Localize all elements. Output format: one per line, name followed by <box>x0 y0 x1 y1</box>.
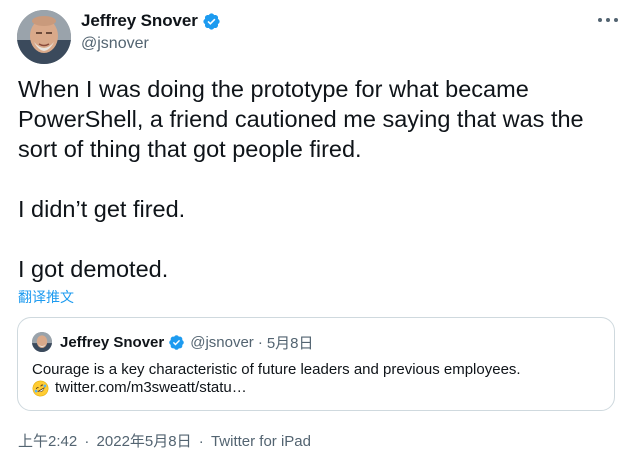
author-name-row: Jeffrey Snover <box>81 9 221 33</box>
rolling-on-floor-laughing-icon <box>32 380 49 396</box>
quoted-avatar[interactable] <box>32 332 52 352</box>
tweet-footer: 上午2:42 · 2022年5月8日 · Twitter for iPad <box>18 430 311 451</box>
more-options-icon[interactable] <box>598 12 618 28</box>
quoted-date: 5月8日 <box>266 334 314 352</box>
verified-badge-icon <box>169 334 184 350</box>
quoted-text: Courage is a key characteristic of futur… <box>32 361 521 378</box>
quoted-tweet[interactable]: Jeffrey Snover @jsnover · 5月8日 Courage i… <box>17 317 615 411</box>
footer-separator: · <box>84 433 90 450</box>
tweet-time[interactable]: 上午2:42 <box>18 433 77 450</box>
footer-separator: · <box>198 433 204 450</box>
author-display-name[interactable]: Jeffrey Snover <box>81 11 198 31</box>
quoted-link-row: twitter.com/m3sweatt/statu… <box>32 378 247 398</box>
tweet-paragraph: I didn’t get fired. <box>18 196 186 222</box>
more-dot <box>614 18 618 22</box>
more-dot <box>598 18 602 22</box>
tweet: Jeffrey Snover @jsnover When I was doing… <box>0 0 640 461</box>
quoted-handle: @jsnover <box>190 333 254 351</box>
translate-tweet-link[interactable]: 翻译推文 <box>18 287 74 307</box>
tweet-text: When I was doing the prototype for what … <box>18 74 628 284</box>
quoted-header: Jeffrey Snover @jsnover · 5月8日 <box>60 332 314 352</box>
tweet-date[interactable]: 2022年5月8日 <box>97 433 192 450</box>
quoted-display-name: Jeffrey Snover <box>60 333 165 351</box>
author-block: Jeffrey Snover @jsnover <box>81 9 221 53</box>
quoted-avatar-image <box>32 332 52 352</box>
verified-badge-icon <box>203 12 220 30</box>
avatar[interactable] <box>17 10 71 64</box>
quoted-link[interactable]: twitter.com/m3sweatt/statu… <box>55 378 247 398</box>
quoted-separator: · <box>257 333 263 351</box>
tweet-source[interactable]: Twitter for iPad <box>211 433 311 450</box>
more-dot <box>606 18 610 22</box>
tweet-paragraph: When I was doing the prototype for what … <box>18 76 584 162</box>
avatar-image <box>17 10 71 64</box>
tweet-paragraph: I got demoted. <box>18 256 169 282</box>
author-handle[interactable]: @jsnover <box>81 35 221 53</box>
